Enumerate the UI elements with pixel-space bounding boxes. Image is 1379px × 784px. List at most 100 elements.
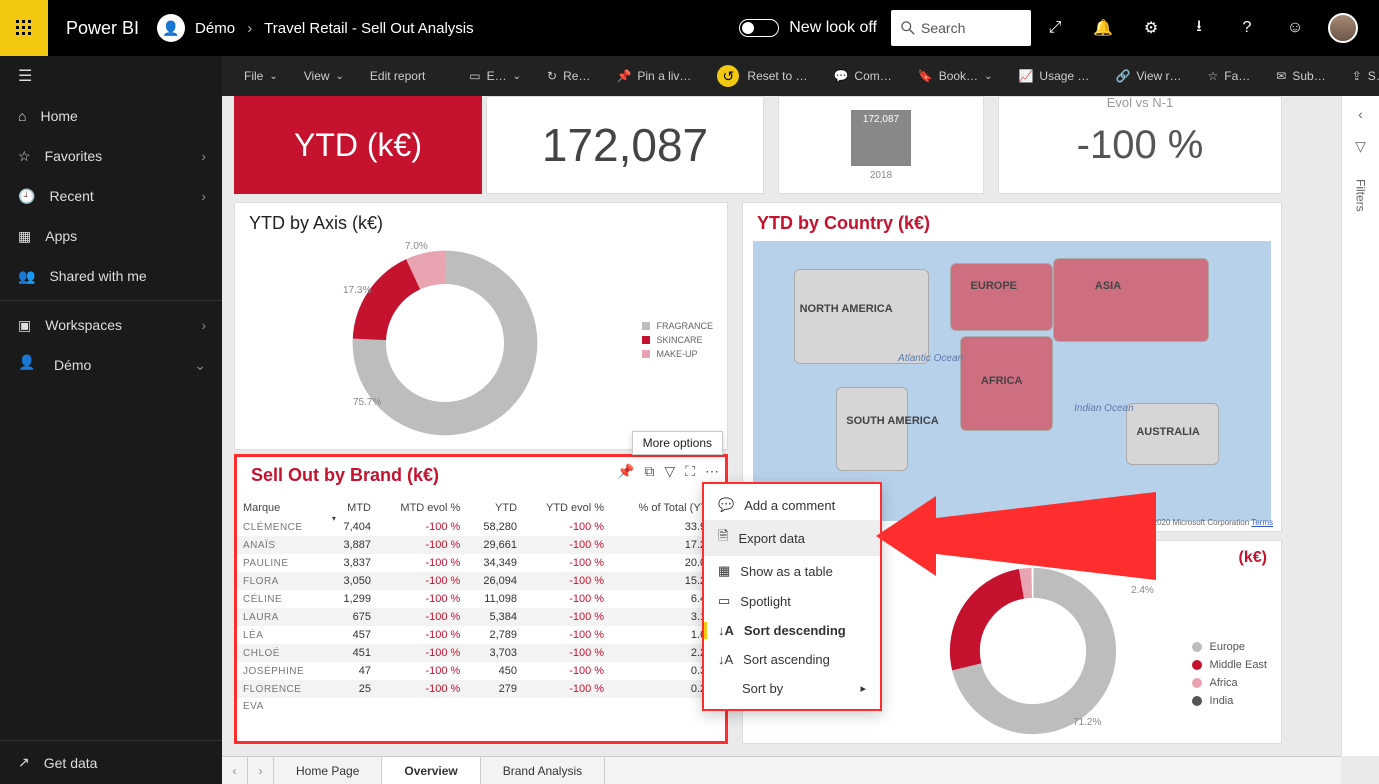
pin-visual-icon[interactable]: 📌 [617,463,634,480]
table-row[interactable]: EVA [237,698,725,715]
ctx-sort-by[interactable]: Sort by▸ [704,674,880,703]
nav-favorites[interactable]: ☆Favorites› [0,136,222,176]
table-row[interactable]: FLORA3,050-100 %26,094-100 %15.2 % [237,572,725,590]
kpi-year-bar[interactable]: 172,087 2018 [778,96,984,194]
related-icon: 🔗 [1115,69,1130,83]
workspace-dot-icon: 👤 [18,354,40,376]
notifications-icon[interactable]: 🔔 [1079,0,1127,56]
donut-chart [345,243,545,443]
kpi-ytd-label[interactable]: YTD (k€) [234,96,482,194]
refresh-button[interactable]: ↻Re… [539,65,598,87]
filter-visual-icon[interactable]: ▽ [664,463,675,480]
nav-collapse-icon[interactable]: ☰ [0,56,222,96]
tab-brand-analysis[interactable]: Brand Analysis [481,757,605,784]
breadcrumb-workspace[interactable]: Démo [195,20,235,37]
col-ytd[interactable]: YTD [466,498,523,518]
kpi-ytd-value[interactable]: 172,087 [486,96,764,194]
axis-legend: FRAGRANCE SKINCARE MAKE-UP [642,321,713,363]
col-mtd[interactable]: MTD [328,498,377,518]
ctx-sort-asc[interactable]: ↓ASort ascending [704,645,880,674]
col-marque[interactable]: Marque [237,498,328,518]
ctx-sort-desc[interactable]: ↓АSort descending [704,616,880,645]
search-input[interactable]: Search [891,10,1031,46]
app-launcher-icon[interactable] [0,0,48,56]
filters-pane[interactable]: ‹ ▽ Filters [1341,96,1379,756]
ctx-spotlight[interactable]: ▭Spotlight [704,586,880,616]
bookmark-icon: 🔖 [918,69,933,83]
breadcrumb: Démo › Travel Retail - Sell Out Analysis [195,20,474,37]
ctx-add-comment[interactable]: 💬Add a comment [704,490,880,520]
bookmark-button[interactable]: 🔖Book…⌄ [910,65,1001,87]
comment-button[interactable]: 💬Com… [825,65,899,87]
share-button[interactable]: ⇪S… [1344,65,1379,87]
table-row[interactable]: JOSÉPHINE47-100 %450-100 %0.3 % [237,662,725,680]
tab-overview[interactable]: Overview [382,757,480,784]
nav-shared[interactable]: 👥Shared with me [0,256,222,296]
table-row[interactable]: CHLOÉ451-100 %3,703-100 %2.2 % [237,644,725,662]
reset-button[interactable]: ↺Reset to … [709,61,815,91]
copy-visual-icon[interactable]: ⧉ [644,463,654,480]
more-options-icon[interactable]: ⋯ [705,463,719,480]
table-row[interactable]: PAULINE3,837-100 %34,349-100 %20.0 % [237,554,725,572]
table-row[interactable]: LÉA457-100 %2,789-100 %1.6 % [237,626,725,644]
chevron-left-icon[interactable]: ‹ [1358,106,1363,122]
download-icon[interactable]: ⭳ [1175,0,1223,56]
brand-table[interactable]: Marque MTD MTD evol % YTD YTD evol % % o… [237,498,725,715]
explore-button[interactable]: ▭E…⌄ [461,65,529,87]
breadcrumb-report[interactable]: Travel Retail - Sell Out Analysis [264,20,474,37]
new-look-toggle[interactable] [739,19,779,37]
table-row[interactable]: CÉLINE1,299-100 %11,098-100 %6.4 % [237,590,725,608]
settings-gear-icon[interactable]: ⚙ [1127,0,1175,56]
fullscreen-icon[interactable]: ⤢ [1031,0,1079,56]
table-row[interactable]: FLORENCE25-100 %279-100 %0.2 % [237,680,725,698]
table-row[interactable]: LAURA675-100 %5,384-100 %3.1 % [237,608,725,626]
nav-apps[interactable]: ▦Apps [0,216,222,256]
col-ytd-evol[interactable]: YTD evol % [523,498,610,518]
view-related-button[interactable]: 🔗View r… [1107,65,1189,87]
apps-icon: ▦ [18,228,31,245]
feedback-smile-icon[interactable]: ☺ [1271,0,1319,56]
table-row[interactable]: ANAÏS3,887-100 %29,661-100 %17.2 % [237,536,725,554]
nav-get-data[interactable]: ↗Get data [0,740,222,784]
tabs-prev-icon[interactable]: ‹ [222,757,248,784]
tabs-next-icon[interactable]: › [248,757,274,784]
col-mtd-evol[interactable]: MTD evol % [377,498,466,518]
tab-home-page[interactable]: Home Page [274,757,382,784]
favorite-button[interactable]: ☆Fa… [1200,65,1259,87]
chevron-right-icon: ▸ [860,682,866,695]
search-placeholder: Search [921,20,965,36]
search-icon [901,21,915,35]
chevron-right-icon: › [201,317,206,333]
report-action-bar: File⌄ View⌄ Edit report ▭E…⌄ ↻Re… 📌Pin a… [222,56,1379,96]
profile-avatar[interactable] [1319,0,1367,56]
view-menu[interactable]: View⌄ [296,65,352,87]
help-icon[interactable]: ? [1223,0,1271,56]
kpi-evol[interactable]: Evol vs N-1 -100 % [998,96,1282,194]
edit-report-button[interactable]: Edit report [362,65,433,87]
table-row[interactable]: CLÉMENCE7,404-100 %58,280-100 %33.9 % [237,518,725,536]
file-menu[interactable]: File⌄ [236,65,286,87]
subscribe-button[interactable]: ✉Sub… [1268,65,1333,87]
share-icon: ⇪ [1352,69,1362,83]
region-title: (k€) [1239,549,1267,567]
nav-workspaces[interactable]: ▣Workspaces› [0,305,222,345]
nav-home[interactable]: ⌂Home [0,96,222,136]
world-map[interactable]: NORTH AMERICA EUROPE ASIA AFRICA SOUTH A… [753,241,1271,521]
pin-live-button[interactable]: 📌Pin a liv… [608,65,699,87]
visual-ytd-by-axis[interactable]: YTD by Axis (k€) 75.7% 17.3% 7.0% FRAGRA… [234,202,728,450]
region-legend: Europe Middle East Africa India [1192,641,1267,713]
bar-value-label: 172,087 [851,110,911,166]
ctx-export-data[interactable]: 🗎Export data [704,520,880,556]
nav-recent[interactable]: 🕘Recent› [0,176,222,216]
nav-current-workspace[interactable]: 👤Démo⌄ [0,345,222,385]
pin-icon: 📌 [616,69,631,83]
export-icon: 🗎 [718,527,728,549]
focus-visual-icon[interactable]: ⛶ [685,463,695,480]
usage-button[interactable]: 📈Usage … [1010,65,1097,87]
ctx-show-table[interactable]: ▦Show as a table [704,556,880,586]
chevron-right-icon: › [201,188,206,204]
map-terms-link[interactable]: Terms [1251,518,1273,527]
sort-asc-icon: ↓A [718,652,733,667]
visual-sellout-by-brand[interactable]: More options Sell Out by Brand (k€) 📌 ⧉ … [234,454,728,744]
workspace-icon[interactable]: 👤 [157,14,185,42]
